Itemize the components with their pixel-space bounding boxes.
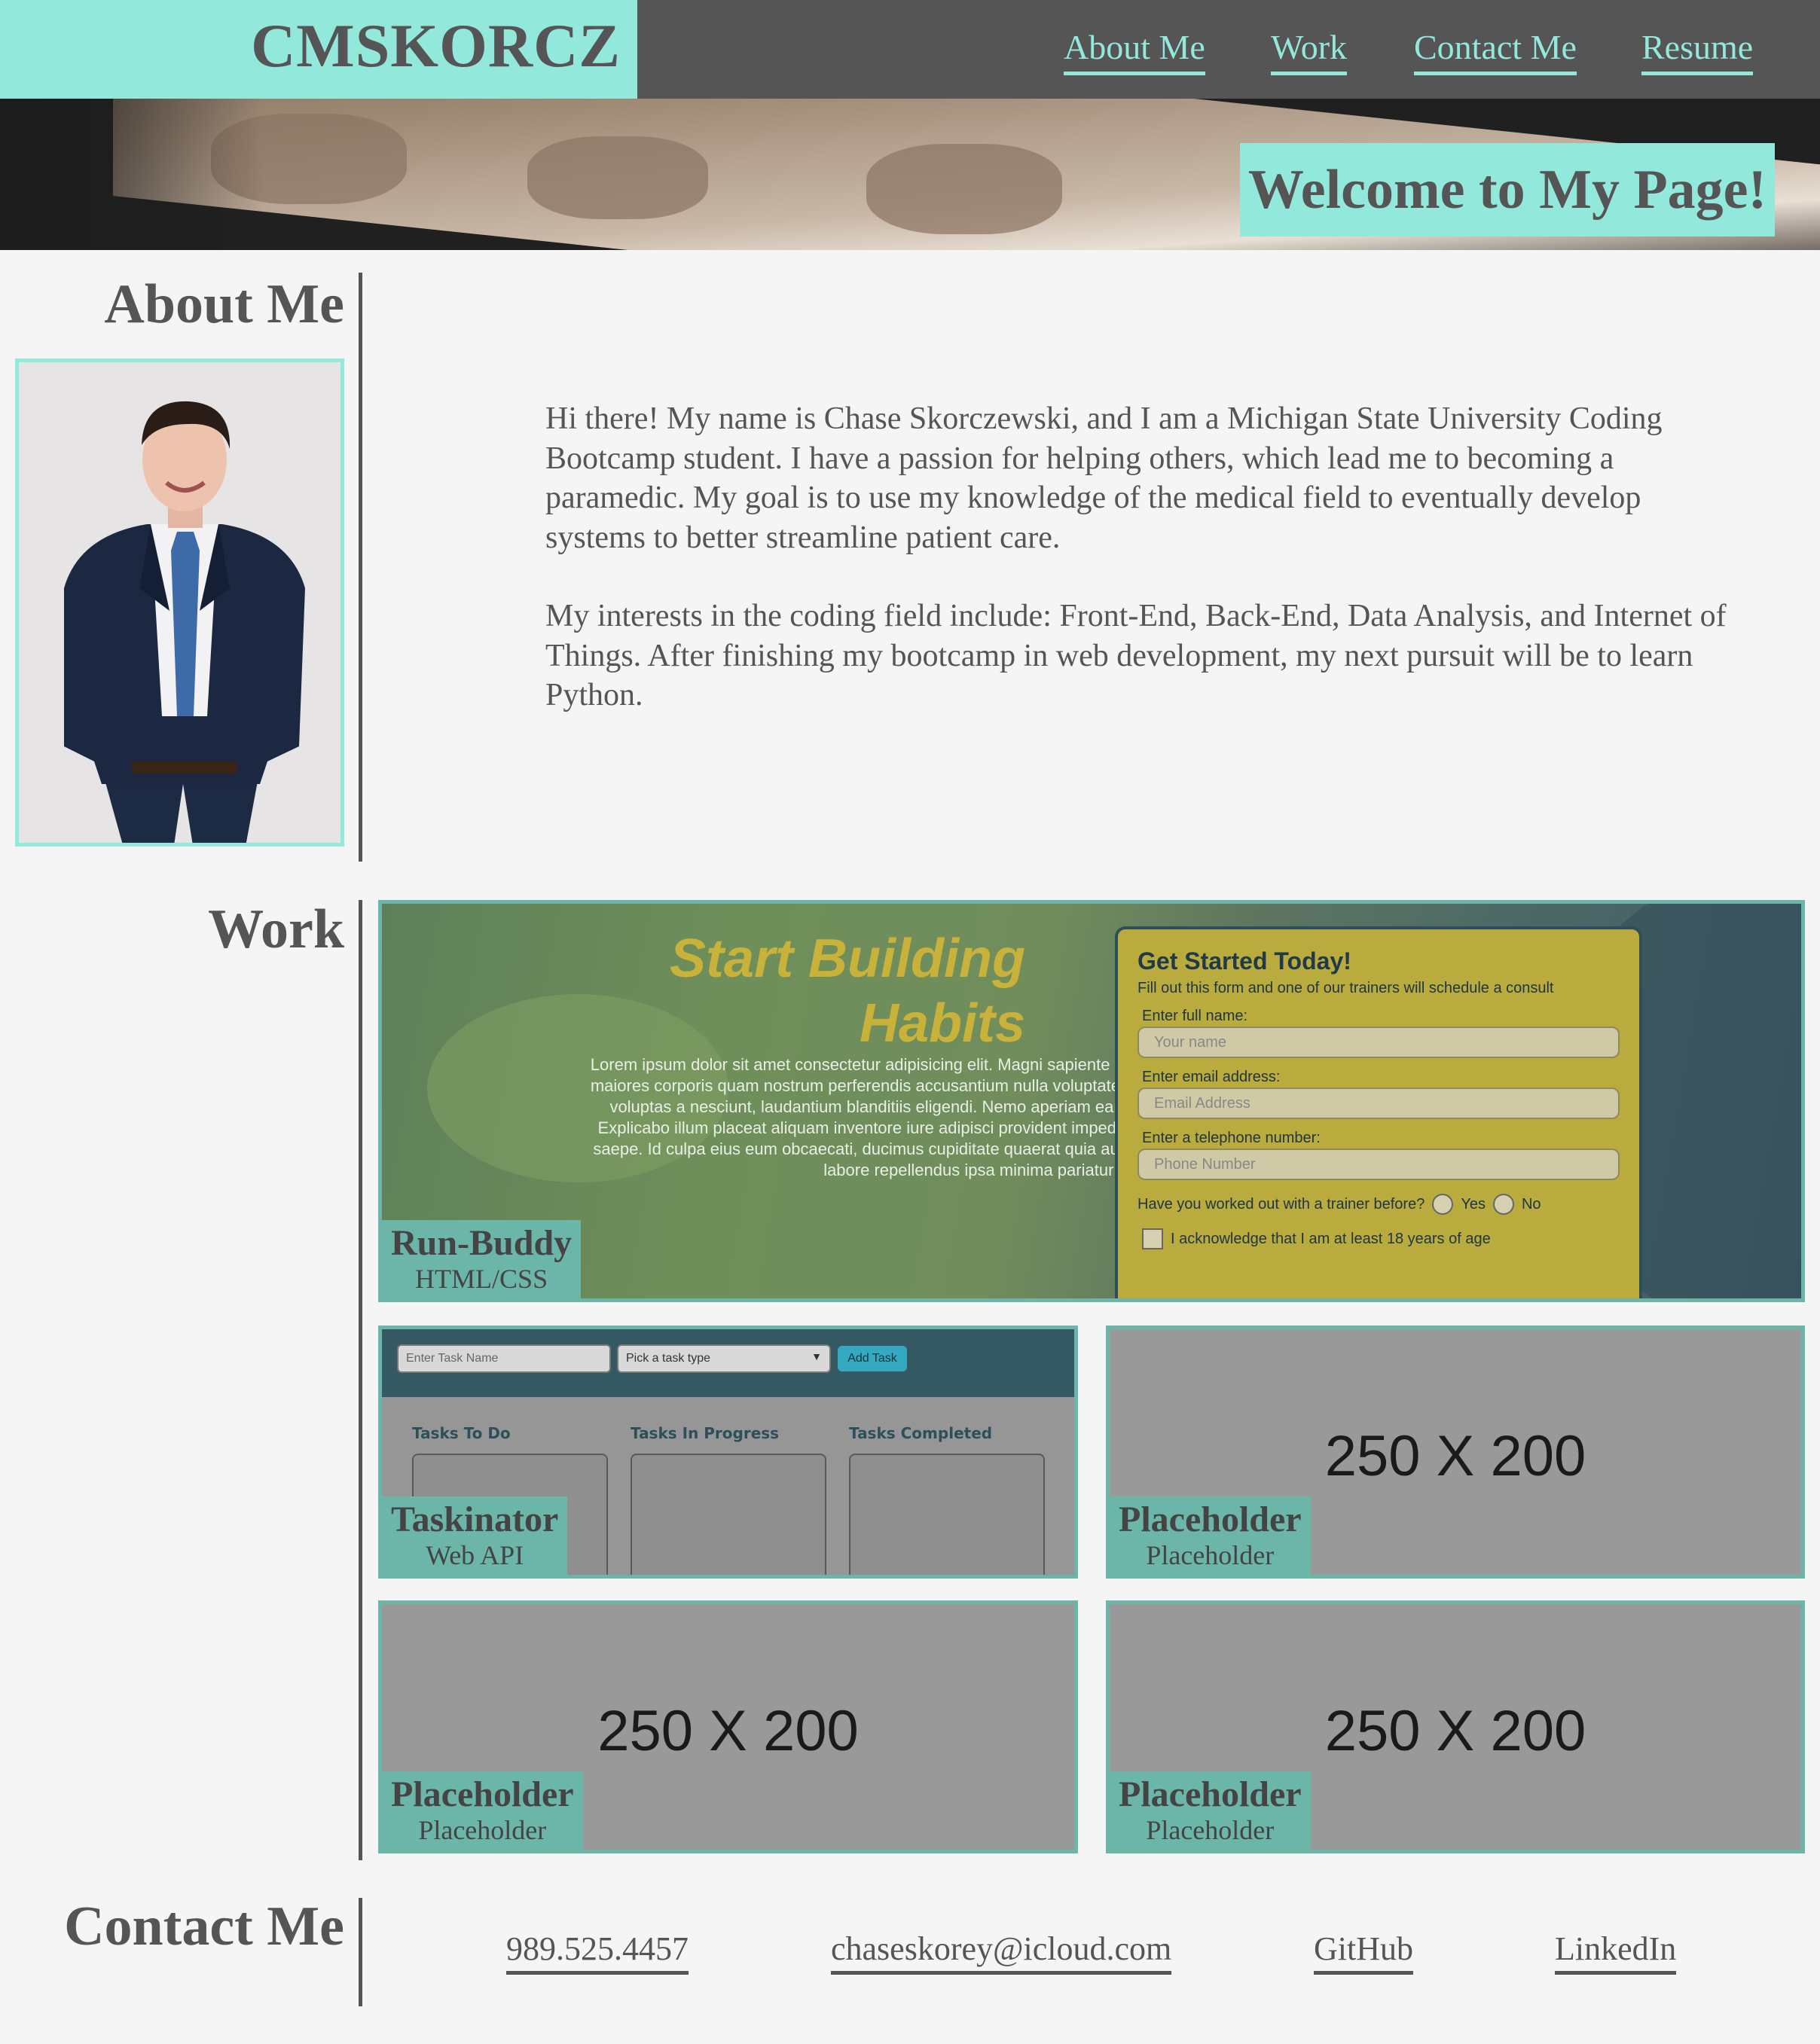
project-tech: Placeholder	[1146, 1815, 1275, 1845]
about-divider	[359, 273, 362, 862]
project-card-run-buddy[interactable]: Start Building Habits Lorem ipsum dolor …	[378, 900, 1805, 1302]
runbuddy-yes-label: Yes	[1461, 1195, 1486, 1213]
hero-texture-shape	[527, 136, 708, 219]
profile-photo	[15, 358, 344, 847]
nav-about-me[interactable]: About Me	[1064, 27, 1205, 75]
contact-phone-link[interactable]: 989.525.4457	[506, 1930, 689, 1975]
runbuddy-email-label: Enter email address:	[1142, 1069, 1281, 1085]
profile-photo-illustration	[19, 362, 340, 843]
runbuddy-email-field: Email Address	[1138, 1088, 1620, 1119]
site-header: CMSKORCZ About Me Work Contact Me Resume	[0, 0, 1820, 99]
project-label: Placeholder Placeholder	[1110, 1771, 1311, 1850]
about-bio: Hi there! My name is Chase Skorczewski, …	[545, 399, 1728, 755]
project-name: Placeholder	[1119, 1499, 1302, 1539]
project-label: Placeholder Placeholder	[1110, 1496, 1311, 1575]
taskinator-task-name-input: Enter Task Name	[397, 1344, 611, 1373]
contact-section-title: Contact Me	[64, 1896, 344, 1957]
runbuddy-name-field: Your name	[1138, 1027, 1620, 1058]
runbuddy-no-label: No	[1521, 1195, 1541, 1213]
taskinator-list-box	[849, 1454, 1045, 1575]
nav-contact-me[interactable]: Contact Me	[1414, 27, 1577, 75]
placeholder-image-text: 250 X 200	[1324, 1699, 1586, 1763]
site-logo-text[interactable]: CMSKORCZ	[251, 11, 621, 81]
work-divider	[359, 900, 362, 1860]
checkbox-icon	[1142, 1228, 1163, 1249]
taskinator-column-completed: Tasks Completed	[849, 1424, 993, 1442]
nav-work[interactable]: Work	[1271, 27, 1348, 75]
runbuddy-phone-field: Phone Number	[1138, 1149, 1620, 1180]
taskinator-task-type-text: Pick a task type	[626, 1352, 711, 1365]
contact-linkedin-link[interactable]: LinkedIn	[1555, 1930, 1677, 1975]
radio-icon	[1432, 1194, 1454, 1215]
brand-block: CMSKORCZ	[0, 0, 637, 99]
contact-email-link[interactable]: chaseskorey@icloud.com	[831, 1930, 1172, 1975]
placeholder-image-text: 250 X 200	[597, 1699, 859, 1763]
project-label: Placeholder Placeholder	[382, 1771, 583, 1850]
project-card-taskinator[interactable]: Enter Task Name Pick a task type ▼ Add T…	[378, 1326, 1078, 1579]
project-name: Placeholder	[391, 1774, 574, 1814]
chevron-down-icon: ▼	[811, 1350, 822, 1362]
runbuddy-headline: Start Building Habits	[670, 926, 1025, 1056]
about-section-title: About Me	[104, 273, 344, 335]
project-label: Taskinator Web API	[382, 1496, 568, 1575]
taskinator-add-task-button: Add Task	[838, 1346, 907, 1371]
runbuddy-headline-line-2: Habits	[859, 993, 1025, 1054]
runbuddy-phone-label: Enter a telephone number:	[1142, 1130, 1321, 1146]
project-name: Run-Buddy	[391, 1223, 573, 1263]
work-section-title: Work	[208, 898, 344, 960]
runbuddy-trainer-question-text: Have you worked out with a trainer befor…	[1138, 1195, 1425, 1213]
contact-divider	[359, 1898, 362, 2006]
project-tech: Placeholder	[1146, 1540, 1275, 1570]
taskinator-column-progress: Tasks In Progress	[631, 1424, 780, 1442]
project-card-placeholder[interactable]: 250 X 200 Placeholder Placeholder	[1106, 1326, 1805, 1579]
runbuddy-name-label: Enter full name:	[1142, 1008, 1248, 1024]
placeholder-image-text: 250 X 200	[1324, 1424, 1586, 1488]
project-card-placeholder[interactable]: 250 X 200 Placeholder Placeholder	[378, 1600, 1078, 1853]
project-name: Placeholder	[1119, 1774, 1302, 1814]
runbuddy-trainer-question: Have you worked out with a trainer befor…	[1138, 1194, 1620, 1215]
taskinator-column-todo: Tasks To Do	[412, 1424, 511, 1442]
project-label: Run-Buddy HTML/CSS	[382, 1220, 582, 1298]
hero-texture-shape	[866, 144, 1062, 234]
runbuddy-age-ack: I acknowledge that I am at least 18 year…	[1138, 1228, 1620, 1249]
runbuddy-form-subtitle: Fill out this form and one of our traine…	[1138, 980, 1554, 996]
hero-title: Welcome to My Page!	[1240, 143, 1775, 236]
project-tech: Placeholder	[418, 1815, 547, 1845]
taskinator-list-box	[631, 1454, 826, 1575]
radio-icon	[1492, 1194, 1514, 1215]
about-paragraph-2: My interests in the coding field include…	[545, 599, 1727, 712]
runbuddy-signup-form: Get Started Today! Fill out this form an…	[1115, 926, 1642, 1298]
taskinator-task-type-select: Pick a task type ▼	[617, 1344, 831, 1373]
project-card-placeholder[interactable]: 250 X 200 Placeholder Placeholder	[1106, 1600, 1805, 1853]
runbuddy-age-ack-text: I acknowledge that I am at least 18 year…	[1171, 1230, 1491, 1247]
runbuddy-lorem-text: Lorem ipsum dolor sit amet consectetur a…	[590, 1055, 1203, 1179]
project-tech: Web API	[426, 1540, 524, 1570]
nav-resume[interactable]: Resume	[1641, 27, 1754, 75]
hero-shade	[0, 99, 264, 250]
contact-github-link[interactable]: GitHub	[1314, 1930, 1413, 1975]
project-tech: HTML/CSS	[415, 1264, 548, 1294]
project-name: Taskinator	[391, 1499, 559, 1539]
runbuddy-form-title: Get Started Today!	[1138, 947, 1351, 975]
runbuddy-headline-line-1: Start Building	[670, 929, 1025, 989]
about-paragraph-1: Hi there! My name is Chase Skorczewski, …	[545, 401, 1663, 555]
